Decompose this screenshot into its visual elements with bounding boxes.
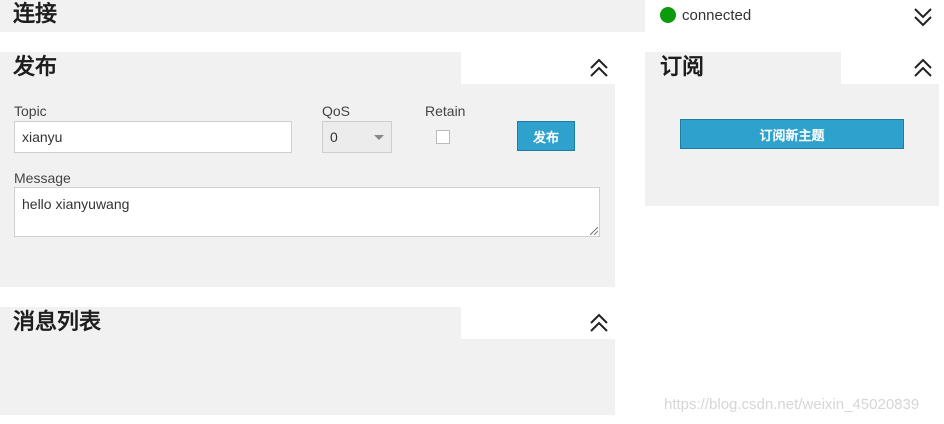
watermark: https://blog.csdn.net/weixin_45020839 [664, 396, 920, 413]
status-indicator-icon [660, 7, 676, 23]
chevron-double-down-icon[interactable] [912, 6, 934, 28]
subscribe-title: 订阅 [660, 55, 705, 80]
connection-header[interactable]: 连接 [0, 0, 645, 32]
message-label: Message [14, 170, 71, 186]
retain-label: Retain [425, 103, 466, 119]
qos-label: QoS [322, 103, 351, 119]
status-text: connected [682, 6, 752, 24]
connection-status: connected [660, 5, 751, 25]
message-textarea[interactable]: hello xianyuwang [14, 187, 600, 237]
retain-checkbox[interactable] [436, 130, 450, 144]
topic-label: Topic [14, 103, 47, 119]
message-text: hello xianyuwang [22, 196, 130, 212]
connection-title: 连接 [13, 2, 58, 27]
subscribe-panel: 订阅 订阅新主题 [645, 52, 939, 206]
chevron-double-up-icon[interactable] [588, 57, 610, 79]
dropdown-arrow-icon [374, 134, 384, 140]
resize-handle-icon[interactable] [590, 227, 598, 235]
chevron-double-up-icon[interactable] [912, 57, 934, 79]
qos-value: 0 [330, 129, 338, 145]
chevron-double-up-icon[interactable] [588, 312, 610, 334]
topic-input[interactable]: xianyu [14, 121, 292, 153]
publish-button[interactable]: 发布 [517, 121, 575, 151]
subscribe-new-topic-button[interactable]: 订阅新主题 [680, 119, 904, 149]
qos-select[interactable]: 0 [322, 121, 392, 153]
publish-panel: 发布 Topic xianyu QoS 0 Retain 发布 Message … [0, 52, 615, 287]
publish-title: 发布 [13, 55, 58, 80]
messages-title: 消息列表 [13, 310, 102, 335]
messages-panel: 消息列表 [0, 307, 615, 415]
